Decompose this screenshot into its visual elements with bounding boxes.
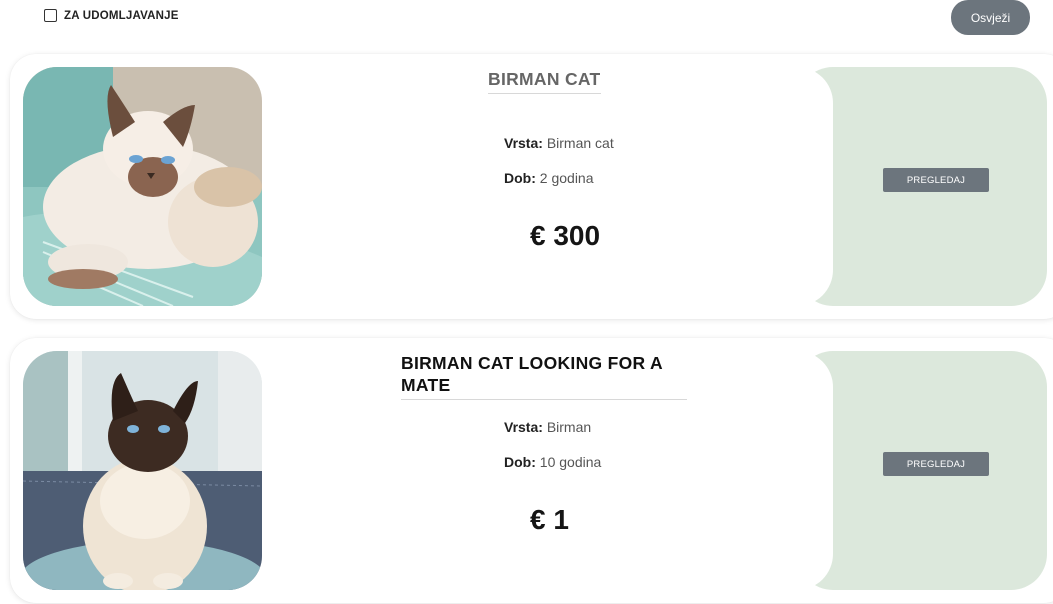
species-label: Vrsta: (504, 135, 543, 151)
review-button[interactable]: PREGLEDAJ (883, 452, 989, 476)
price: € 1 (530, 504, 569, 535)
age-label: Dob: (504, 170, 536, 186)
refresh-button[interactable]: Osvježi (951, 0, 1030, 35)
action-panel: PREGLEDAJ (797, 67, 1047, 306)
age-value: 2 godina (539, 170, 594, 186)
adoption-checkbox[interactable] (44, 9, 57, 22)
species-label: Vrsta: (504, 419, 543, 435)
age-row: Dob: 10 godina (504, 454, 601, 470)
price: € 300 (530, 220, 601, 251)
listing-title[interactable]: BIRMAN CAT (488, 69, 601, 94)
adoption-filter[interactable]: ZA UDOMLJAVANJE (44, 9, 179, 22)
birman-cat-lying-image (23, 67, 262, 306)
cat-photo[interactable] (23, 67, 262, 306)
action-panel: PREGLEDAJ (797, 351, 1047, 590)
age-row: Dob: 2 godina (504, 170, 594, 186)
species-row: Vrsta: Birman (504, 419, 591, 435)
birman-cat-sitting-image (23, 351, 262, 590)
species-value: Birman (546, 419, 592, 435)
top-bar: ZA UDOMLJAVANJE Osvježi (0, 0, 1053, 44)
adoption-filter-label: ZA UDOMLJAVANJE (64, 9, 179, 22)
panel-curve (763, 67, 833, 306)
age-value: 10 godina (539, 454, 602, 470)
age-label: Dob: (504, 454, 536, 470)
species-row: Vrsta: Birman cat (504, 135, 614, 151)
cat-photo[interactable] (23, 351, 262, 590)
panel-curve (763, 351, 833, 590)
listing-title[interactable]: BIRMAN CAT LOOKING FOR A MATE (401, 352, 687, 400)
review-button[interactable]: PREGLEDAJ (883, 168, 989, 192)
species-value: Birman cat (546, 135, 614, 151)
listing-card: BIRMAN CAT LOOKING FOR A MATE Vrsta: Bir… (10, 338, 1053, 603)
listing-card: BIRMAN CAT Vrsta: Birman cat Dob: 2 godi… (10, 54, 1053, 319)
